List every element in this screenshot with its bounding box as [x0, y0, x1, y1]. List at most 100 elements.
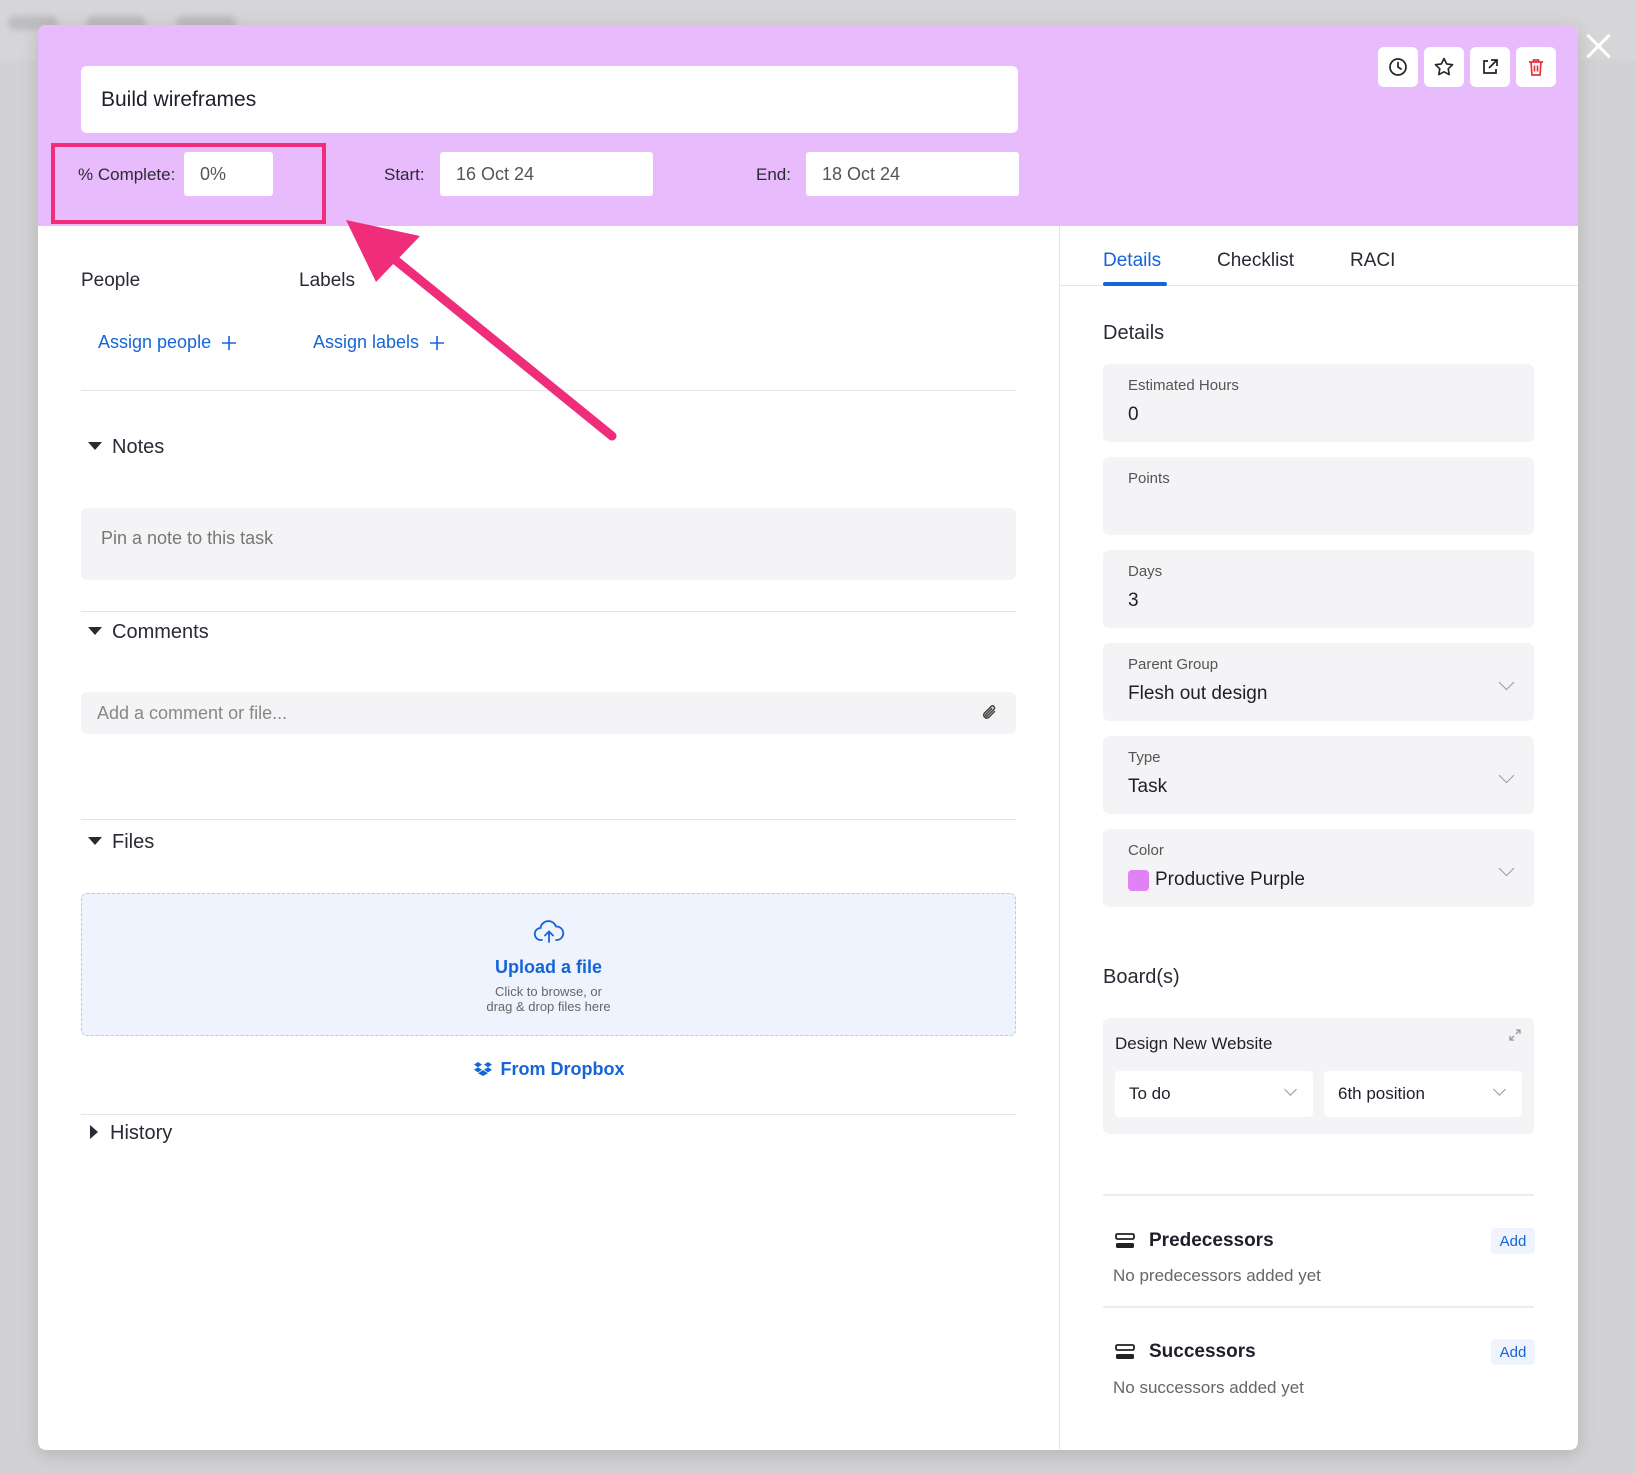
history-toggle[interactable]: History — [90, 1122, 172, 1145]
upload-hint-1: Click to browse, or — [495, 984, 602, 999]
boards-heading: Board(s) — [1103, 966, 1180, 988]
type-value: Task — [1128, 776, 1168, 797]
points-field[interactable]: Points — [1103, 457, 1534, 535]
task-header: % Complete: Start: End: — [38, 25, 1578, 226]
dependency-icon — [1115, 1344, 1135, 1359]
days-label: Days — [1128, 563, 1163, 580]
note-placeholder: Pin a note to this task — [101, 528, 274, 548]
section-divider — [81, 390, 1016, 391]
assign-people-button[interactable]: Assign people — [98, 332, 237, 353]
tab-raci[interactable]: RACI — [1350, 250, 1395, 272]
file-upload-dropzone[interactable]: Upload a file Click to browse, or drag &… — [81, 893, 1016, 1036]
board-position-value: 6th position — [1338, 1084, 1425, 1103]
color-value-row: Productive Purple — [1128, 869, 1509, 891]
comments-heading: Comments — [112, 621, 209, 643]
chevron-down-icon — [1493, 1083, 1506, 1096]
successors-heading: Successors — [1115, 1341, 1256, 1363]
pin-note-input[interactable]: Pin a note to this task — [81, 508, 1016, 580]
dependency-icon — [1115, 1233, 1135, 1248]
comments-toggle[interactable]: Comments — [88, 621, 209, 644]
dropbox-label: From Dropbox — [500, 1059, 625, 1079]
type-label: Type — [1128, 749, 1161, 766]
caret-down-icon — [88, 626, 102, 635]
successors-empty: No successors added yet — [1113, 1378, 1304, 1397]
predecessors-title: Predecessors — [1149, 1230, 1274, 1251]
caret-right-icon — [90, 1124, 98, 1139]
successors-title: Successors — [1149, 1341, 1256, 1362]
details-heading: Details — [1103, 322, 1165, 344]
plus-icon — [222, 335, 237, 350]
assign-labels-button[interactable]: Assign labels — [313, 332, 445, 353]
section-divider — [81, 611, 1016, 612]
star-icon — [1434, 57, 1454, 76]
external-link-icon — [1483, 59, 1498, 74]
assign-labels-label: Assign labels — [313, 332, 420, 352]
caret-down-icon — [88, 441, 102, 450]
upload-hint-2: drag & drop files here — [486, 999, 611, 1014]
color-select[interactable]: Color Productive Purple — [1103, 829, 1534, 907]
estimated-hours-field[interactable]: Estimated Hours 0 — [1103, 364, 1534, 442]
end-date-input[interactable] — [806, 152, 1019, 196]
favorite-button[interactable] — [1424, 47, 1464, 87]
task-side-pane: Details Checklist RACI Details Estimated… — [1059, 226, 1578, 1450]
add-successor-button[interactable]: Add — [1491, 1339, 1535, 1365]
assign-people-label: Assign people — [98, 332, 212, 352]
section-divider — [81, 819, 1016, 820]
predecessors-heading: Predecessors — [1115, 1230, 1274, 1252]
board-column-value: To do — [1129, 1084, 1171, 1103]
open-external-button[interactable] — [1470, 47, 1510, 87]
highlight-annotation-box — [51, 143, 326, 224]
board-column-select[interactable]: To do — [1115, 1071, 1313, 1117]
active-tab-indicator — [1103, 282, 1167, 286]
parent-group-label: Parent Group — [1128, 656, 1219, 673]
files-toggle[interactable]: Files — [88, 831, 154, 854]
upload-icon-wrap — [82, 920, 1015, 949]
cloud-upload-icon — [533, 920, 564, 943]
plus-icon — [430, 335, 445, 350]
estimated-hours-label: Estimated Hours — [1128, 377, 1239, 394]
section-divider — [1103, 1194, 1534, 1196]
labels-heading: Labels — [299, 270, 355, 291]
upload-title: Upload a file — [494, 957, 602, 977]
history-button[interactable] — [1378, 47, 1418, 87]
start-date-input[interactable] — [440, 152, 653, 196]
task-modal: % Complete: Start: End: People Labels A — [38, 25, 1578, 1450]
chevron-down-icon — [1284, 1083, 1297, 1096]
task-title-input[interactable] — [81, 66, 1018, 133]
paperclip-icon[interactable] — [980, 703, 1000, 723]
side-tabs: Details Checklist RACI — [1060, 226, 1578, 286]
color-swatch — [1128, 869, 1149, 891]
comment-input[interactable]: Add a comment or file... — [81, 692, 1016, 734]
end-date-label: End: — [756, 165, 791, 184]
from-dropbox-button[interactable]: From Dropbox — [38, 1059, 1059, 1080]
start-date-label: Start: — [384, 165, 425, 184]
caret-down-icon — [88, 836, 102, 845]
dropbox-icon — [473, 1062, 492, 1076]
history-heading: History — [110, 1122, 173, 1144]
notes-heading: Notes — [112, 436, 165, 458]
color-label: Color — [1128, 842, 1164, 859]
notes-toggle[interactable]: Notes — [88, 436, 164, 459]
people-heading: People — [81, 270, 141, 291]
parent-group-select[interactable]: Parent Group Flesh out design — [1103, 643, 1534, 721]
comment-placeholder: Add a comment or file... — [97, 702, 288, 723]
close-modal-icon[interactable] — [1582, 30, 1614, 62]
days-field[interactable]: Days 3 — [1103, 550, 1534, 628]
board-name: Design New Website — [1115, 1034, 1273, 1053]
add-predecessor-button[interactable]: Add — [1491, 1228, 1535, 1254]
section-divider — [1103, 1306, 1534, 1308]
tab-details[interactable]: Details — [1103, 250, 1161, 272]
tab-checklist[interactable]: Checklist — [1217, 250, 1294, 272]
trash-icon — [1529, 59, 1543, 76]
predecessors-empty: No predecessors added yet — [1113, 1266, 1321, 1285]
days-value: 3 — [1128, 590, 1139, 611]
board-card: Design New Website To do 6th position — [1103, 1018, 1534, 1134]
board-position-select[interactable]: 6th position — [1324, 1071, 1522, 1117]
header-actions — [1378, 47, 1556, 87]
delete-button[interactable] — [1516, 47, 1556, 87]
color-value: Productive Purple — [1155, 869, 1305, 890]
expand-icon[interactable] — [1508, 1028, 1522, 1042]
clock-icon — [1389, 58, 1407, 76]
task-main-pane: People Labels Assign people Assign label… — [38, 226, 1059, 1450]
type-select[interactable]: Type Task — [1103, 736, 1534, 814]
